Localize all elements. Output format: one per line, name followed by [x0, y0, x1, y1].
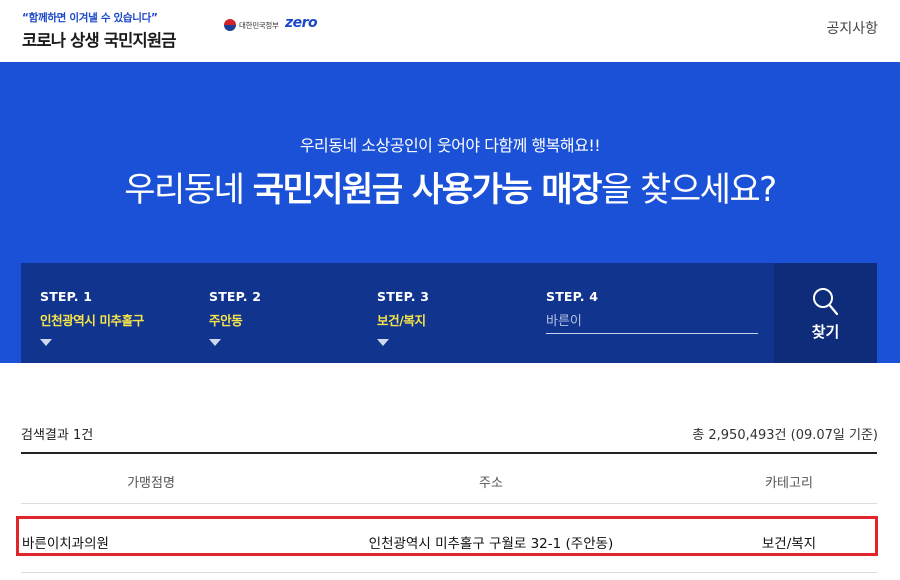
column-header-category: 카테고리	[765, 476, 813, 491]
total-count: 총 2,950,493건 (09.07일 기준)	[692, 428, 878, 443]
search-button-label: 찾기	[811, 323, 840, 341]
table-header-divider	[21, 503, 877, 504]
step-3-label: STEP. 3	[377, 289, 430, 304]
step-3-select[interactable]: STEP. 3 보건/복지	[377, 289, 429, 346]
column-header-address: 주소	[479, 476, 503, 491]
store-name-input[interactable]	[546, 310, 758, 334]
search-panel: STEP. 1 인천광역시 미추홀구 STEP. 2 주안동 STEP. 3 보…	[21, 263, 877, 363]
step-4-field: STEP. 4	[546, 289, 758, 334]
hero-title-bold: 국민지원금 사용가능 매장	[252, 170, 603, 210]
taegeuk-icon	[224, 19, 236, 31]
table-top-divider	[21, 452, 877, 454]
step-1-label: STEP. 1	[40, 289, 93, 304]
notice-link[interactable]: 공지사항	[826, 18, 878, 38]
table-row[interactable]: 바른이치과의원 인천광역시 미추홀구 구월로 32-1 (주안동) 보건/복지	[16, 516, 878, 556]
step-3-value: 보건/복지	[377, 313, 426, 328]
chevron-down-icon[interactable]	[209, 339, 221, 346]
step-2-select[interactable]: STEP. 2 주안동	[209, 289, 261, 346]
logo-slogan: “함께하면 이겨낼 수 있습니다”	[22, 12, 158, 24]
step-1-select[interactable]: STEP. 1 인천광역시 미추홀구	[40, 289, 144, 346]
result-count: 검색결과 1건	[21, 428, 94, 443]
column-header-name: 가맹점명	[127, 476, 175, 491]
zero-logo: zero	[285, 15, 318, 31]
hero-title-suffix: 을 찾으세요?	[600, 170, 777, 210]
step-1-value: 인천광역시 미추홀구	[40, 313, 144, 328]
step-2-label: STEP. 2	[209, 289, 262, 304]
site-logo[interactable]: “함께하면 이겨낼 수 있습니다” 코로나 상생 국민지원금	[22, 10, 177, 51]
store-category-cell: 보건/복지	[761, 536, 817, 552]
search-icon	[813, 288, 839, 316]
logo-title: 코로나 상생 국민지원금	[22, 31, 177, 50]
chevron-down-icon[interactable]	[377, 339, 389, 346]
header: “함께하면 이겨낼 수 있습니다” 코로나 상생 국민지원금 대한민국정부 ze…	[0, 0, 900, 62]
step-4-label: STEP. 4	[546, 289, 599, 304]
government-label: 대한민국정부	[239, 20, 279, 30]
store-name-cell: 바른이치과의원	[22, 536, 109, 552]
step-2-value: 주안동	[209, 313, 243, 328]
hero-subtitle: 우리동네 소상공인이 웃어야 다함께 행복해요!!	[299, 136, 601, 155]
hero-title: 우리동네 국민지원금 사용가능 매장을 찾으세요?	[0, 162, 900, 211]
store-address-cell: 인천광역시 미추홀구 구월로 32-1 (주안동)	[368, 536, 614, 552]
search-button[interactable]: 찾기	[774, 263, 877, 363]
chevron-down-icon[interactable]	[40, 339, 52, 346]
hero-title-prefix: 우리동네	[124, 170, 253, 210]
table-bottom-divider	[21, 572, 877, 573]
government-logo: 대한민국정부	[224, 19, 279, 31]
